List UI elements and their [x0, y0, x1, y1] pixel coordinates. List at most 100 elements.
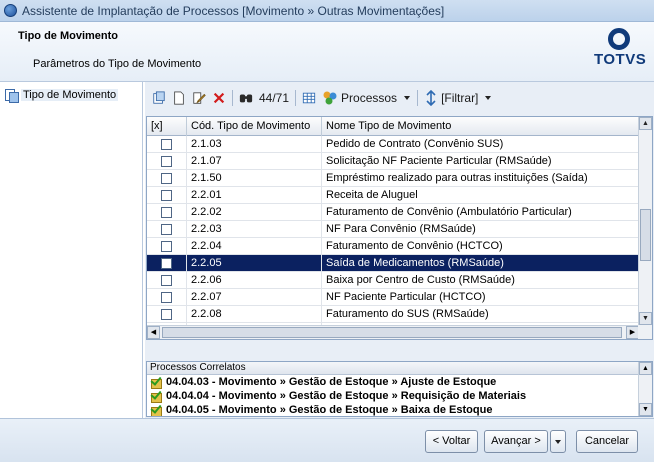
related-process-label: 04.04.04 - Movimento » Gestão de Estoque…	[166, 390, 527, 402]
filtrar-dropdown[interactable]	[481, 88, 495, 108]
process-done-icon	[150, 404, 162, 416]
column-header-checkbox[interactable]: [x]	[147, 117, 187, 136]
filter-icon	[426, 90, 436, 106]
dropdown-arrow-icon	[404, 96, 411, 100]
cell-code: 2.1.50	[187, 170, 322, 187]
processos-button[interactable]: Processos	[319, 88, 400, 108]
cell-name: Faturamento do SUS (RMSaúde)	[322, 306, 639, 323]
cell-code: 2.1.07	[187, 153, 322, 170]
filtrar-button[interactable]: [Filtrar]	[421, 88, 481, 108]
row-checkbox-cell	[147, 170, 187, 187]
cell-code: 2.2.06	[187, 272, 322, 289]
related-processes-title: Processos Correlatos	[147, 362, 652, 375]
scroll-up-arrow-icon[interactable]: ▲	[639, 362, 652, 375]
back-button[interactable]: < Voltar	[425, 430, 478, 453]
related-process-item[interactable]: 04.04.04 - Movimento » Gestão de Estoque…	[147, 389, 652, 403]
scroll-down-arrow-icon[interactable]: ▼	[639, 312, 652, 325]
wizard-footer: < Voltar Avançar > Cancelar	[0, 418, 654, 462]
column-header-code[interactable]: Cód. Tipo de Movimento	[187, 117, 322, 136]
next-dropdown-button[interactable]	[550, 430, 566, 453]
row-checkbox[interactable]	[161, 309, 172, 320]
edit-icon[interactable]	[189, 88, 209, 108]
table-row[interactable]: 2.2.06 Baixa por Centro de Custo (RMSaúde…	[147, 272, 639, 289]
processos-dropdown[interactable]	[400, 88, 414, 108]
related-processes-panel: Processos Correlatos 04.04.03 - Moviment…	[146, 361, 653, 417]
toolbar-separator	[417, 90, 419, 106]
cell-name: Saída de Medicamentos (RMSaúde)	[322, 255, 639, 272]
table-row[interactable]: 2.2.07 NF Paciente Particular (HCTCO)	[147, 289, 639, 306]
process-done-icon	[150, 390, 162, 403]
related-process-item[interactable]: 04.04.05 - Movimento » Gestão de Estoque…	[147, 403, 652, 416]
row-checkbox[interactable]	[161, 258, 172, 269]
scroll-left-arrow-icon[interactable]: ◀	[147, 326, 160, 339]
cell-code: 2.2.05	[187, 255, 322, 272]
dropdown-arrow-icon	[485, 96, 492, 100]
row-checkbox[interactable]	[161, 207, 172, 218]
process-done-icon	[150, 376, 162, 389]
scroll-thumb[interactable]	[640, 209, 651, 261]
grid-horizontal-scrollbar[interactable]: ◀ ▶	[147, 325, 639, 339]
cell-name: Receita de Aluguel	[322, 187, 639, 204]
table-row[interactable]: 2.2.04 Faturamento de Convênio (HCTCO)	[147, 238, 639, 255]
cell-code: 2.2.08	[187, 306, 322, 323]
row-checkbox[interactable]	[161, 156, 172, 167]
row-checkbox[interactable]	[161, 173, 172, 184]
row-checkbox-cell	[147, 204, 187, 221]
delete-icon[interactable]	[209, 88, 229, 108]
row-checkbox-cell	[147, 187, 187, 204]
scroll-down-arrow-icon[interactable]: ▼	[639, 403, 652, 416]
related-process-label: 04.04.05 - Movimento » Gestão de Estoque…	[166, 404, 493, 416]
row-checkbox-cell	[147, 221, 187, 238]
cell-name: Empréstimo realizado para outras institu…	[322, 170, 639, 187]
select-all-icon[interactable]	[149, 88, 169, 108]
related-scrollbar[interactable]: ▲ ▼	[638, 362, 652, 416]
dropdown-arrow-icon	[555, 440, 561, 444]
row-checkbox-cell	[147, 153, 187, 170]
table-row[interactable]: 2.2.02 Faturamento de Convênio (Ambulatór…	[147, 204, 639, 221]
row-checkbox-cell	[147, 255, 187, 272]
cell-code: 2.2.02	[187, 204, 322, 221]
filtrar-label: [Filtrar]	[441, 91, 479, 105]
next-button[interactable]: Avançar >	[484, 430, 548, 453]
content-pane: 44/71 Processos [Filtrar] [x] Cód. Tipo …	[145, 82, 654, 418]
column-header-name[interactable]: Nome Tipo de Movimento	[322, 117, 639, 136]
row-checkbox[interactable]	[161, 241, 172, 252]
tree-item-tipo-de-movimento[interactable]: Tipo de Movimento	[4, 88, 119, 103]
logo-ring-icon	[608, 28, 630, 50]
toolbar-separator	[295, 90, 297, 106]
related-process-item[interactable]: 04.04.03 - Movimento » Gestão de Estoque…	[147, 375, 652, 389]
row-checkbox[interactable]	[161, 224, 172, 235]
cell-name: NF Paciente Particular (HCTCO)	[322, 289, 639, 306]
grid-vertical-scrollbar[interactable]: ▲ ▼	[638, 117, 652, 325]
app-icon	[4, 4, 17, 17]
page-subtitle: Parâmetros do Tipo de Movimento	[33, 58, 202, 70]
toolbar-separator	[232, 90, 233, 106]
row-checkbox[interactable]	[161, 275, 172, 286]
navigation-tree: Tipo de Movimento	[0, 82, 143, 418]
row-checkbox[interactable]	[161, 139, 172, 150]
table-row[interactable]: 2.1.50 Empréstimo realizado para outras i…	[147, 170, 639, 187]
table-row[interactable]: 2.1.03 Pedido de Contrato (Convênio SUS)	[147, 136, 639, 153]
cell-name: Pedido de Contrato (Convênio SUS)	[322, 136, 639, 153]
scroll-up-arrow-icon[interactable]: ▲	[639, 117, 652, 130]
cell-code: 2.1.03	[187, 136, 322, 153]
row-checkbox[interactable]	[161, 190, 172, 201]
cancel-button[interactable]: Cancelar	[576, 430, 638, 453]
scroll-thumb[interactable]	[162, 327, 622, 338]
table-row[interactable]: 2.2.08 Faturamento do SUS (RMSaúde)	[147, 306, 639, 323]
table-row[interactable]: 2.2.05 Saída de Medicamentos (RMSaúde)	[147, 255, 639, 272]
row-checkbox[interactable]	[161, 292, 172, 303]
tree-item-label: Tipo de Movimento	[21, 89, 119, 101]
new-icon[interactable]	[169, 88, 189, 108]
tipo-movimento-grid[interactable]: [x] Cód. Tipo de Movimento Nome Tipo de …	[146, 116, 653, 340]
grid-view-icon[interactable]	[299, 88, 319, 108]
table-row[interactable]: 2.2.03 NF Para Convênio (RMSaúde)	[147, 221, 639, 238]
table-row[interactable]: 2.2.01 Receita de Aluguel	[147, 187, 639, 204]
cell-name: Baixa por Centro de Custo (RMSaúde)	[322, 272, 639, 289]
row-checkbox-cell	[147, 289, 187, 306]
cell-name: NF Para Convênio (RMSaúde)	[322, 221, 639, 238]
totvs-logo: TOTVS	[594, 28, 646, 68]
table-row[interactable]: 2.1.07 Solicitação NF Paciente Particular…	[147, 153, 639, 170]
grid-header: [x] Cód. Tipo de Movimento Nome Tipo de …	[147, 117, 639, 136]
find-icon[interactable]	[236, 88, 256, 108]
